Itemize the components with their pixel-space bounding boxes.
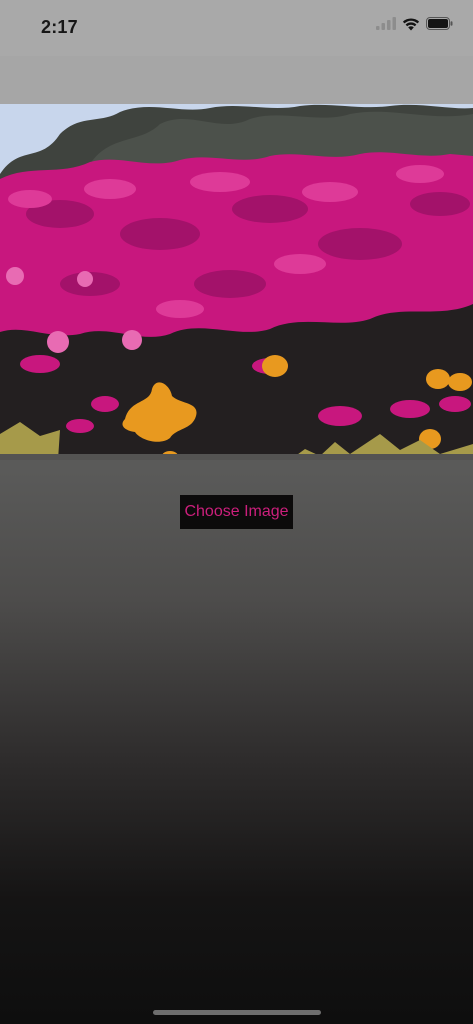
wifi-icon [402,17,420,36]
status-time: 2:17 [41,17,78,37]
flower-garden-photo [0,104,473,460]
home-indicator[interactable] [153,1010,321,1015]
status-bar: 2:17 [0,0,473,56]
status-icons [376,17,453,36]
cellular-signal-icon [376,17,396,35]
choose-image-button[interactable]: Choose Image [180,495,293,529]
selected-image [0,104,473,460]
battery-icon [426,17,453,35]
navigation-bar [0,56,473,104]
